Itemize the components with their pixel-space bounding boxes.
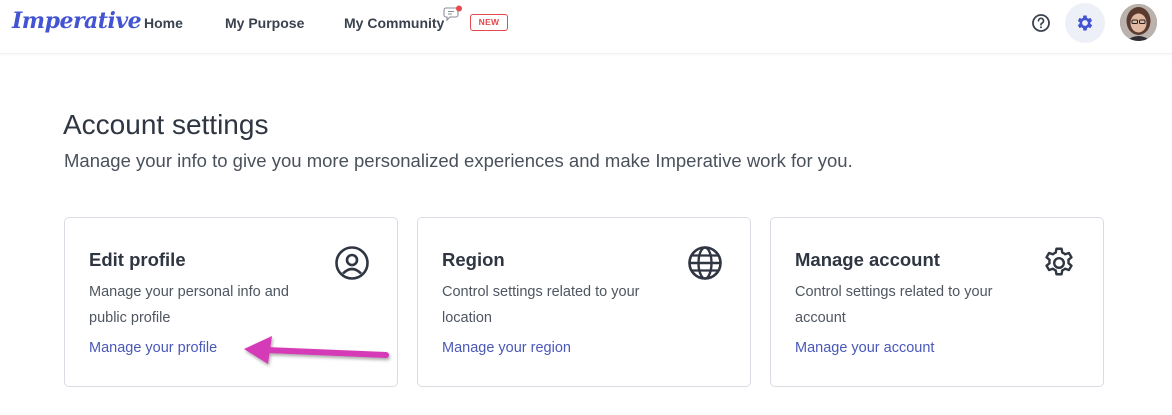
- region-card: Region Control settings related to your …: [417, 217, 751, 387]
- help-icon[interactable]: [1031, 13, 1051, 33]
- manage-account-link[interactable]: Manage your account: [795, 340, 934, 356]
- manage-account-card: Manage account Control settings related …: [770, 217, 1104, 387]
- top-navigation-bar: Imperative Home My Purpose My Community …: [0, 0, 1172, 54]
- card-description: Manage your personal info and public pro…: [89, 284, 289, 326]
- card-title: Manage account: [795, 249, 940, 270]
- chat-bubble-icon: [443, 5, 462, 22]
- user-photo: [1120, 4, 1157, 41]
- page-subtitle: Manage your info to give you more person…: [64, 150, 853, 171]
- user-circle-icon: [335, 246, 369, 280]
- annotation-arrow: [244, 336, 389, 364]
- nav-my-community[interactable]: My Community: [344, 15, 444, 31]
- card-description: Control settings related to your account: [795, 284, 993, 326]
- gear-icon: [1077, 15, 1093, 31]
- page-title: Account settings: [63, 109, 269, 140]
- card-description: Control settings related to your locatio…: [442, 284, 640, 326]
- nav-home[interactable]: Home: [144, 15, 183, 31]
- manage-region-link[interactable]: Manage your region: [442, 340, 571, 356]
- avatar[interactable]: [1120, 4, 1157, 41]
- gear-icon: [1045, 247, 1073, 276]
- settings-button[interactable]: [1065, 3, 1105, 43]
- nav-my-purpose[interactable]: My Purpose: [225, 15, 304, 31]
- manage-profile-link[interactable]: Manage your profile: [89, 340, 217, 356]
- globe-icon: [688, 246, 722, 280]
- card-title: Edit profile: [89, 249, 186, 270]
- imperative-logo[interactable]: Imperative: [12, 8, 142, 34]
- card-title: Region: [442, 249, 505, 270]
- new-badge: NEW: [470, 14, 508, 31]
